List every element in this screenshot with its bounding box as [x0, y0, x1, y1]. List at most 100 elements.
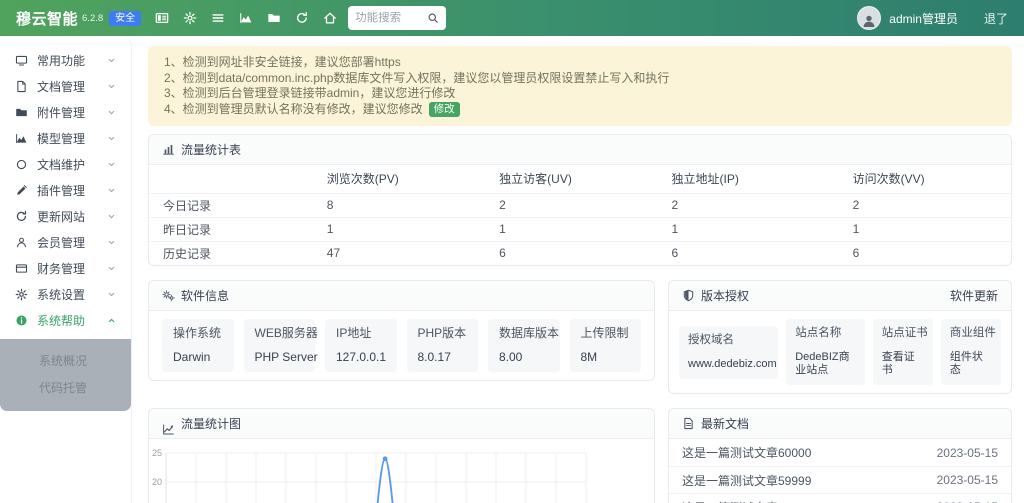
username[interactable]: admin管理员	[889, 10, 958, 27]
avatar[interactable]	[857, 6, 881, 30]
panel-header: 流量统计表	[149, 135, 1011, 165]
column-header: 访问次数(VV)	[839, 165, 1011, 193]
ip-value: 6	[658, 241, 839, 265]
card-label: IP地址	[336, 327, 386, 340]
doc-link[interactable]: 这是一篇测试文章60000	[682, 444, 811, 461]
card-label: 站点证书	[882, 327, 924, 340]
chevron-up-icon	[107, 316, 116, 325]
sidebar-item[interactable]: 会员管理	[0, 229, 131, 255]
person-icon	[861, 13, 877, 29]
card-link[interactable]: DedeBIZ商业站点	[795, 351, 855, 377]
table-row: 今日记录 8 2 2 2	[149, 193, 1011, 217]
uv-value: 6	[485, 241, 657, 265]
sidebar-item-label: 文档维护	[37, 156, 85, 173]
sidebar-item-label: 模型管理	[37, 130, 85, 147]
sidebar-menu: 常用功能 文档管理 附件管理 模型管理	[0, 47, 131, 333]
refresh-icon	[15, 210, 28, 223]
home-icon[interactable]	[323, 11, 337, 25]
license-card: 站点证书 查看证书	[873, 319, 933, 385]
doc-row: 这是一篇测试文章60000 2023-05-15	[669, 439, 1011, 466]
alert-text: 2、检测到data/common.inc.php数据库文件写入权限，建议您以管理…	[164, 71, 669, 87]
chevron-down-icon	[107, 160, 116, 169]
logout-link[interactable]: 退了	[984, 10, 1008, 27]
card-link[interactable]: www.dedebiz.com	[688, 358, 769, 371]
row-label: 历史记录	[149, 241, 313, 265]
main-content: 1、检测到网址非安全链接，建议您部署https 2、检测到data/common…	[131, 36, 1024, 503]
shield-icon	[682, 289, 695, 302]
search-input[interactable]	[355, 12, 427, 24]
sidebar-item[interactable]: 插件管理	[0, 177, 131, 203]
sidebar-item[interactable]: 系统设置	[0, 281, 131, 307]
gear-icon[interactable]	[183, 11, 197, 25]
alert-text: 3、检测到后台管理登录链接带admin，建议您进行修改	[164, 86, 455, 102]
monitor-icon	[15, 54, 28, 67]
sidebar-item[interactable]: 财务管理	[0, 255, 131, 281]
card-value: PHP Server	[255, 351, 305, 364]
card-link[interactable]: 组件状态	[950, 351, 992, 377]
chevron-down-icon	[107, 264, 116, 273]
software-info-panel: 软件信息 操作系统 Darwin WEB服务器 PHP Server IP地址	[148, 280, 655, 381]
info-icon	[15, 314, 28, 327]
sidebar-item[interactable]: 文档管理	[0, 73, 131, 99]
alert-line: 1、检测到网址非安全链接，建议您部署https	[164, 55, 996, 71]
submenu-item[interactable]: 系统概况	[0, 348, 131, 375]
card-link[interactable]: 查看证书	[882, 351, 924, 377]
sidebar-item-label: 文档管理	[37, 78, 85, 95]
card-icon	[15, 262, 28, 275]
card-label: WEB服务器	[255, 327, 305, 340]
column-header: 独立地址(IP)	[658, 165, 839, 193]
sidebar-item[interactable]: 更新网站	[0, 203, 131, 229]
submenu-item[interactable]: 代码托管	[0, 375, 131, 402]
chevron-down-icon	[107, 186, 116, 195]
row-label: 今日记录	[149, 193, 313, 217]
card-label: 站点名称	[795, 327, 855, 340]
sidebar-item-label: 财务管理	[37, 260, 85, 277]
circle-icon	[15, 158, 28, 171]
sidebar-item[interactable]: 文档维护	[0, 151, 131, 177]
sidebar-item[interactable]: 模型管理	[0, 125, 131, 151]
doc-link[interactable]: 这是一篇测试文章59998	[682, 499, 811, 503]
card-value: Darwin	[173, 351, 223, 364]
folder-icon	[15, 106, 28, 119]
chevron-down-icon	[107, 56, 116, 65]
card-label: 授权域名	[688, 334, 769, 347]
panel-title: 最新文档	[701, 415, 749, 432]
chevron-down-icon	[107, 290, 116, 299]
info-card: 上传限制 8M	[570, 319, 642, 372]
app-root: 穆云智能 6.2.8 安全 admin管理员 退了 常用功能	[0, 0, 1024, 503]
chevron-down-icon	[107, 238, 116, 247]
sidebar-item-label: 更新网站	[37, 208, 85, 225]
refresh-icon[interactable]	[295, 11, 309, 25]
card-value: 8M	[581, 351, 631, 364]
column-header: 浏览次数(PV)	[313, 165, 485, 193]
pen-icon	[15, 184, 28, 197]
software-update-link[interactable]: 软件更新	[950, 287, 998, 304]
layout-icon[interactable]	[155, 11, 169, 25]
menu-icon[interactable]	[211, 11, 225, 25]
sidebar-item[interactable]: 附件管理	[0, 99, 131, 125]
card-label: PHP版本	[418, 327, 468, 340]
sidebar-item[interactable]: 常用功能	[0, 47, 131, 73]
search-box	[348, 6, 446, 30]
gear-icon	[15, 288, 28, 301]
version-label: 6.2.8	[82, 13, 103, 24]
sidebar-item[interactable]: 系统帮助	[0, 307, 131, 333]
card-value: 127.0.0.1	[336, 351, 386, 364]
traffic-chart: 2520	[149, 445, 654, 503]
panel-title: 软件信息	[181, 287, 229, 304]
search-icon[interactable]	[427, 12, 439, 24]
vv-value: 2	[839, 193, 1011, 217]
traffic-table-panel: 流量统计表 浏览次数(PV)独立访客(UV)独立地址(IP)访问次数(VV) 今…	[148, 134, 1012, 266]
chevron-down-icon	[107, 134, 116, 143]
empty-header-cell	[149, 165, 313, 193]
doc-list: 这是一篇测试文章60000 2023-05-15 这是一篇测试文章59999 2…	[669, 439, 1011, 503]
sidebar-item-label: 插件管理	[37, 182, 85, 199]
alert-text: 1、检测到网址非安全链接，建议您部署https	[164, 55, 401, 71]
sidebar-item-label: 常用功能	[37, 52, 85, 69]
svg-text:25: 25	[152, 448, 162, 458]
folder-icon[interactable]	[267, 11, 281, 25]
doc-link[interactable]: 这是一篇测试文章59999	[682, 472, 811, 489]
modify-button[interactable]: 修改	[429, 102, 460, 117]
mountain-icon[interactable]	[239, 11, 253, 25]
file-icon	[15, 80, 28, 93]
